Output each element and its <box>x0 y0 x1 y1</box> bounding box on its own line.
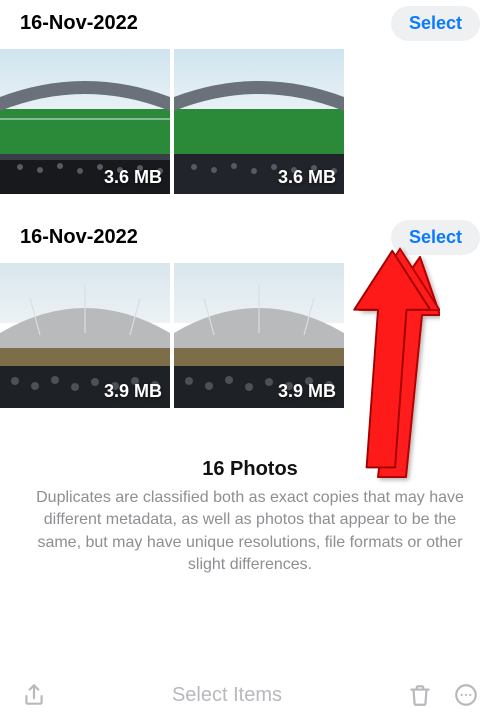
photo-thumbnail[interactable]: 3.6 MB <box>0 49 170 194</box>
photo-size-label: 3.9 MB <box>278 381 336 402</box>
group-header: 16-Nov-2022 Select <box>0 0 500 49</box>
group-header: 16-Nov-2022 Select <box>0 214 500 263</box>
photo-thumbnail[interactable]: 3.9 MB <box>0 263 170 408</box>
photo-size-label: 3.6 MB <box>104 167 162 188</box>
group-date: 16-Nov-2022 <box>20 226 138 249</box>
summary-description: Duplicates are classified both as exact … <box>20 487 480 577</box>
summary-title: 16 Photos <box>20 458 480 481</box>
share-icon[interactable] <box>20 681 48 709</box>
more-icon[interactable] <box>452 681 480 709</box>
group-date: 16-Nov-2022 <box>20 12 138 35</box>
photo-thumbnail[interactable]: 3.9 MB <box>174 263 344 408</box>
photo-size-label: 3.9 MB <box>104 381 162 402</box>
photo-thumbnail[interactable]: 3.6 MB <box>174 49 344 194</box>
summary-block: 16 Photos Duplicates are classified both… <box>0 428 500 577</box>
duplicate-group: 16-Nov-2022 Select <box>0 214 500 408</box>
duplicate-group: 16-Nov-2022 Select <box>0 0 500 194</box>
photo-row: 3.6 MB 3.6 MB <box>0 49 500 194</box>
photo-row: 3.9 MB 3.9 MB <box>0 263 500 408</box>
photo-size-label: 3.6 MB <box>278 167 336 188</box>
select-items-button[interactable]: Select Items <box>172 684 282 707</box>
select-button[interactable]: Select <box>391 220 480 255</box>
bottom-toolbar: Select Items <box>0 663 500 727</box>
trash-icon[interactable] <box>406 681 434 709</box>
select-button[interactable]: Select <box>391 6 480 41</box>
